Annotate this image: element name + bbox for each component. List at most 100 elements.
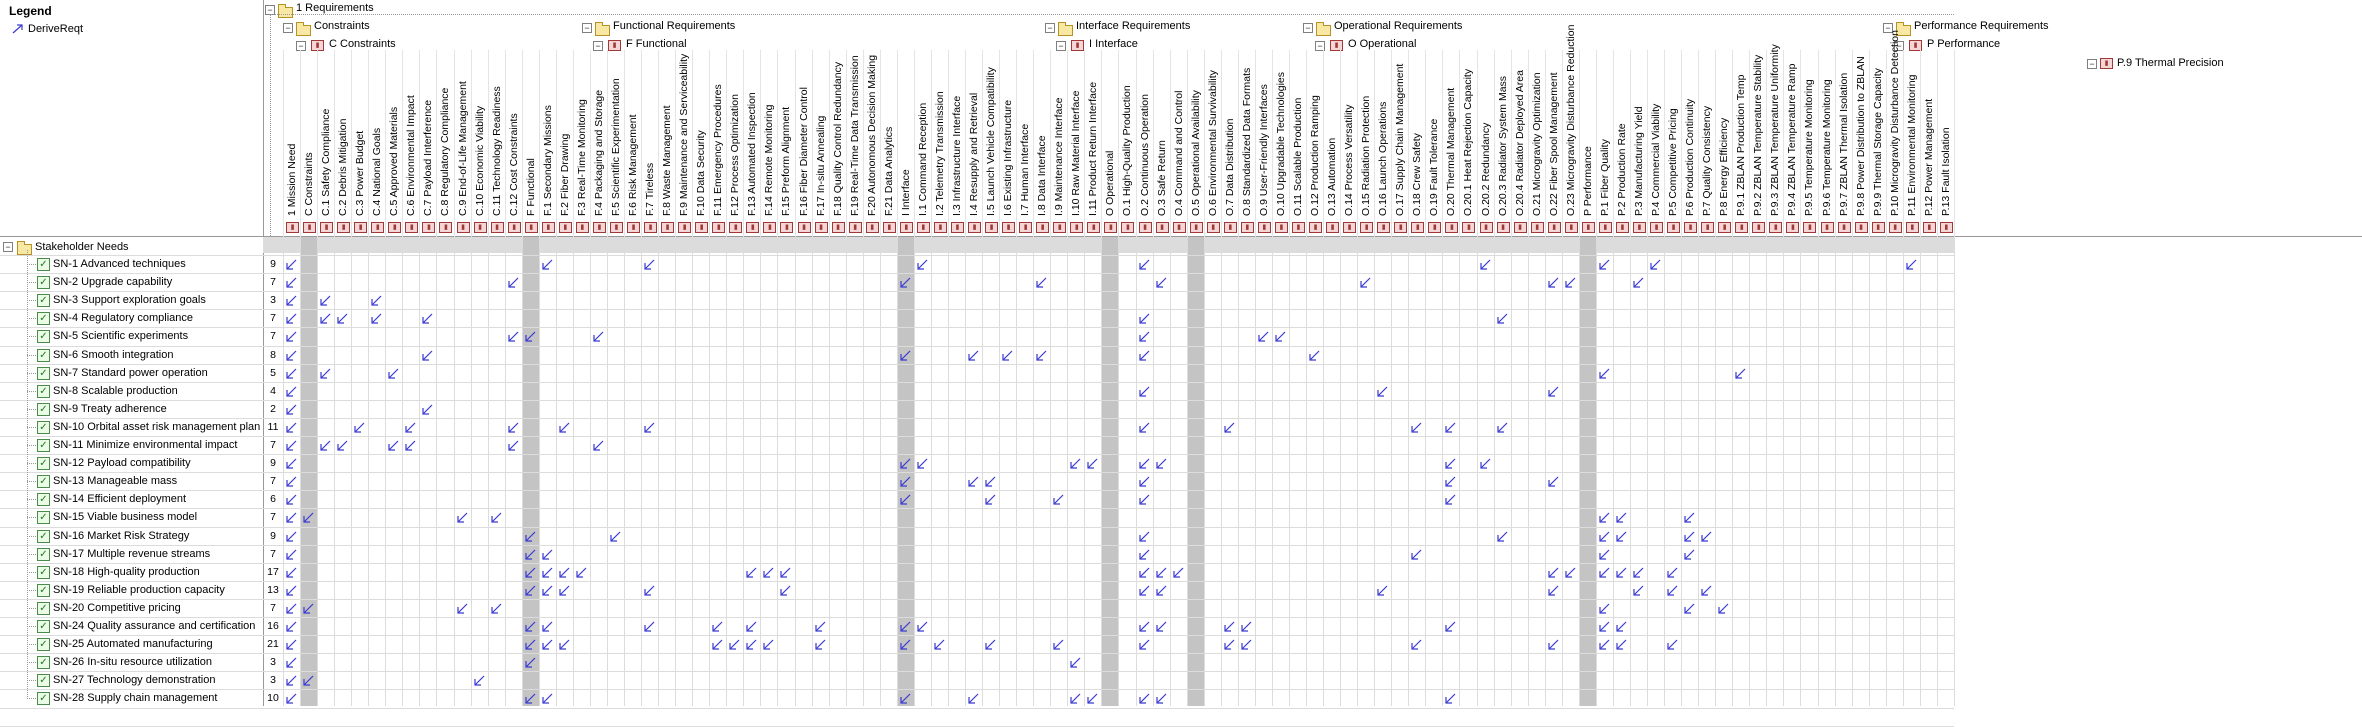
derive-reqt-arrow[interactable] (1701, 530, 1713, 542)
derive-reqt-arrow[interactable] (1565, 566, 1577, 578)
column-header-label[interactable]: F.17 In-situ Annealing (815, 116, 827, 216)
derive-reqt-arrow[interactable] (542, 566, 554, 578)
derive-reqt-arrow[interactable] (729, 638, 741, 650)
derive-reqt-arrow[interactable] (508, 421, 520, 433)
row-label[interactable]: SN-25 Automated manufacturing (53, 635, 213, 653)
derive-reqt-arrow[interactable] (746, 638, 758, 650)
derive-reqt-arrow[interactable] (1667, 584, 1679, 596)
derive-reqt-arrow[interactable] (525, 620, 537, 632)
column-header-label[interactable]: P.9.8 Power Distribution to ZBLAN (1855, 56, 1867, 216)
derive-reqt-arrow[interactable] (1599, 566, 1611, 578)
derive-reqt-arrow[interactable] (286, 656, 298, 668)
derive-reqt-arrow[interactable] (1445, 493, 1457, 505)
row-label[interactable]: SN-24 Quality assurance and certificatio… (53, 617, 255, 635)
derive-reqt-arrow[interactable] (1139, 638, 1151, 650)
derive-reqt-arrow[interactable] (1445, 421, 1457, 433)
derive-reqt-arrow[interactable] (644, 258, 656, 270)
requirement-checkbox[interactable]: ✓ (37, 294, 50, 308)
requirement-checkbox[interactable]: ✓ (37, 656, 50, 670)
derive-reqt-arrow[interactable] (610, 530, 622, 542)
column-header-label[interactable]: C Constraints (303, 152, 315, 216)
derive-reqt-arrow[interactable] (286, 674, 298, 686)
derive-reqt-arrow[interactable] (1599, 511, 1611, 523)
requirement-checkbox[interactable]: ✓ (37, 529, 50, 543)
derive-reqt-arrow[interactable] (1139, 530, 1151, 542)
derive-reqt-arrow[interactable] (1377, 584, 1389, 596)
column-header-label[interactable]: I.8 Data Interface (1036, 135, 1048, 216)
column-header-label[interactable]: C.8 Regulatory Compliance (439, 88, 451, 216)
column-header-label[interactable]: F.8 Waste Management (661, 106, 673, 217)
derive-reqt-arrow[interactable] (985, 638, 997, 650)
derive-reqt-arrow[interactable] (934, 638, 946, 650)
column-header-label[interactable]: O.7 Data Distribution (1224, 119, 1236, 216)
derive-reqt-arrow[interactable] (1497, 312, 1509, 324)
column-header-label[interactable]: O.20.3 Radiator System Mass (1497, 76, 1509, 216)
row-label[interactable]: SN-17 Multiple revenue streams (53, 545, 210, 563)
derive-reqt-arrow[interactable] (286, 566, 298, 578)
requirement-checkbox[interactable]: ✓ (37, 312, 50, 326)
column-header-label[interactable]: C.11 Technology Readiness (491, 86, 503, 216)
column-header-label[interactable]: C.9 End-of-Life Management (457, 81, 469, 216)
derive-reqt-arrow[interactable] (1070, 692, 1082, 704)
derive-reqt-arrow[interactable] (746, 566, 758, 578)
derive-reqt-arrow[interactable] (968, 692, 980, 704)
column-header-label[interactable]: I.11 Product Return Interface (1087, 82, 1099, 216)
derive-reqt-arrow[interactable] (1616, 620, 1628, 632)
column-header-label[interactable]: P.9.9 Thermal Storage Capacity (1872, 68, 1884, 216)
column-header-label[interactable]: C.10 Economic Viability (474, 106, 486, 216)
derive-reqt-arrow[interactable] (286, 457, 298, 469)
column-header-label[interactable]: O.4 Command and Control (1173, 91, 1185, 216)
derive-reqt-arrow[interactable] (286, 403, 298, 415)
expand-toggle[interactable]: − (593, 41, 603, 51)
derive-reqt-arrow[interactable] (1139, 330, 1151, 342)
column-header-label[interactable]: O.15 Radiation Protection (1360, 96, 1372, 216)
column-header-label[interactable]: P.9.2 ZBLAN Temperature Stability (1752, 55, 1764, 216)
derive-reqt-arrow[interactable] (815, 620, 827, 632)
derive-reqt-arrow[interactable] (1548, 385, 1560, 397)
derive-reqt-arrow[interactable] (1360, 276, 1372, 288)
derive-reqt-arrow[interactable] (900, 493, 912, 505)
expand-toggle[interactable]: − (2087, 59, 2097, 69)
column-header-label[interactable]: I.3 Infrastructure Interface (951, 96, 963, 216)
derive-reqt-arrow[interactable] (1497, 530, 1509, 542)
derive-reqt-arrow[interactable] (286, 421, 298, 433)
derive-reqt-arrow[interactable] (1173, 566, 1185, 578)
row-label[interactable]: SN-2 Upgrade capability (53, 273, 172, 291)
column-header-label[interactable]: P Performance (1582, 146, 1594, 216)
derive-reqt-arrow[interactable] (525, 530, 537, 542)
column-header-label[interactable]: P.5 Competitive Pricing (1667, 108, 1679, 216)
row-label[interactable]: SN-13 Manageable mass (53, 472, 177, 490)
derive-reqt-arrow[interactable] (286, 294, 298, 306)
row-label[interactable]: SN-20 Competitive pricing (53, 599, 181, 617)
derive-reqt-arrow[interactable] (1224, 421, 1236, 433)
derive-reqt-arrow[interactable] (1684, 511, 1696, 523)
derive-reqt-arrow[interactable] (542, 620, 554, 632)
requirement-checkbox[interactable]: ✓ (37, 674, 50, 688)
derive-reqt-arrow[interactable] (286, 584, 298, 596)
column-header-label[interactable]: I.2 Telemetry Transmission (934, 91, 946, 216)
row-label[interactable]: SN-19 Reliable production capacity (53, 581, 225, 599)
derive-reqt-arrow[interactable] (1633, 584, 1645, 596)
column-header-label[interactable]: I.7 Human Interface (1019, 124, 1031, 216)
column-header-label[interactable]: F.4 Packaging and Storage (593, 90, 605, 216)
derive-reqt-arrow[interactable] (1684, 602, 1696, 614)
column-header-label[interactable]: O.18 Crew Safety (1411, 133, 1423, 216)
derive-reqt-arrow[interactable] (1633, 276, 1645, 288)
derive-reqt-arrow[interactable] (542, 584, 554, 596)
row-label[interactable]: SN-11 Minimize environmental impact (53, 436, 237, 454)
derive-reqt-arrow[interactable] (900, 692, 912, 704)
derive-reqt-arrow[interactable] (286, 258, 298, 270)
derive-reqt-arrow[interactable] (422, 349, 434, 361)
derive-reqt-arrow[interactable] (542, 258, 554, 270)
derive-reqt-arrow[interactable] (286, 548, 298, 560)
column-header-label[interactable]: P.7 Quality Consistency (1701, 106, 1713, 216)
derive-reqt-arrow[interactable] (1599, 638, 1611, 650)
column-header-label[interactable]: P.3 Manufacturing Yield (1633, 106, 1645, 216)
derive-reqt-arrow[interactable] (1036, 349, 1048, 361)
derive-reqt-arrow[interactable] (1139, 692, 1151, 704)
requirement-checkbox[interactable]: ✓ (37, 258, 50, 271)
column-header-label[interactable]: O.16 Launch Operations (1377, 102, 1389, 216)
derive-reqt-arrow[interactable] (917, 620, 929, 632)
requirement-checkbox[interactable]: ✓ (37, 384, 50, 398)
column-header-label[interactable]: F Functional (525, 158, 537, 216)
